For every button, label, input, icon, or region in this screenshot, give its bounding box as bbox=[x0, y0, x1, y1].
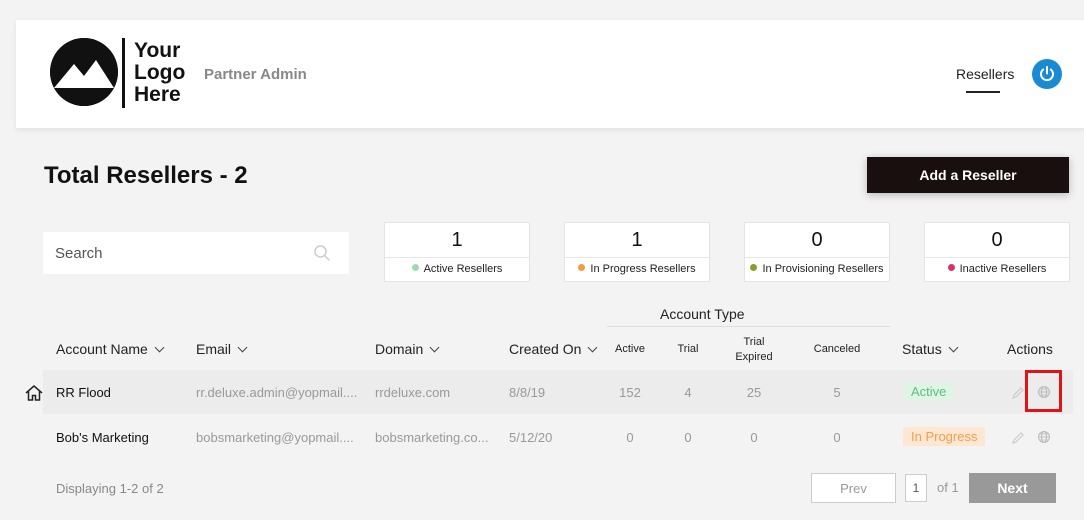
chevron-down-icon bbox=[237, 342, 248, 353]
stat-count: 0 bbox=[991, 229, 1003, 251]
stat-label: In Progress Resellers bbox=[565, 263, 709, 275]
row-domain: rrdeluxe.com bbox=[375, 385, 451, 400]
status-dot-icon bbox=[750, 264, 758, 271]
home-icon bbox=[25, 385, 43, 401]
page-title: Total Resellers - 2 bbox=[44, 162, 248, 189]
row-trial-expired-count: 25 bbox=[746, 385, 762, 400]
logo-divider bbox=[122, 38, 125, 108]
page-number-input[interactable]: 1 bbox=[905, 474, 927, 502]
stat-card-provisioning[interactable]: 0 In Provisioning Resellers bbox=[744, 222, 890, 282]
row-domain: bobsmarketing.co... bbox=[375, 430, 489, 445]
nav-active-underline bbox=[966, 91, 1000, 93]
search-icon[interactable] bbox=[313, 244, 331, 262]
col-header-account-name[interactable]: Account Name bbox=[56, 341, 165, 357]
stat-label: In Provisioning Resellers bbox=[745, 263, 889, 275]
account-type-divider bbox=[607, 326, 890, 327]
row-email: bobsmarketing@yopmail.... bbox=[196, 430, 354, 445]
logo-text: Your Logo Here bbox=[134, 39, 186, 106]
stat-count: 0 bbox=[811, 229, 823, 251]
add-reseller-button[interactable]: Add a Reseller bbox=[867, 157, 1069, 193]
col-header-trial: Trial bbox=[677, 343, 699, 355]
row-created-on: 5/12/20 bbox=[509, 430, 553, 445]
account-type-title: Account Type bbox=[660, 306, 745, 322]
row-trial-count: 0 bbox=[684, 430, 692, 445]
highlight-box bbox=[1025, 370, 1062, 412]
stat-label: Inactive Resellers bbox=[925, 263, 1069, 275]
col-header-trial-expired: Trial Expired bbox=[735, 336, 773, 363]
search-input[interactable] bbox=[55, 244, 305, 262]
globe-icon[interactable] bbox=[1037, 430, 1051, 444]
status-dot-icon bbox=[578, 264, 586, 271]
status-badge: In Progress bbox=[903, 427, 986, 446]
row-active-count: 0 bbox=[626, 430, 634, 445]
row-created-on: 8/8/19 bbox=[509, 385, 546, 400]
nav-resellers-link[interactable]: Resellers bbox=[956, 66, 1014, 82]
page-total: of 1 bbox=[937, 480, 959, 495]
displaying-count: Displaying 1-2 of 2 bbox=[56, 481, 164, 496]
row-canceled-count: 0 bbox=[833, 430, 841, 445]
col-header-active: Active bbox=[615, 343, 645, 355]
col-header-actions: Actions bbox=[1007, 341, 1053, 357]
status-dot-icon bbox=[411, 264, 419, 271]
col-header-domain[interactable]: Domain bbox=[375, 341, 440, 357]
stat-card-inactive[interactable]: 0 Inactive Resellers bbox=[924, 222, 1070, 282]
edit-pencil-icon[interactable] bbox=[1011, 431, 1025, 445]
chevron-down-icon bbox=[429, 342, 440, 353]
stat-count: 1 bbox=[631, 229, 643, 251]
edit-pencil-icon[interactable] bbox=[1011, 386, 1025, 400]
row-email: rr.deluxe.admin@yopmail.... bbox=[196, 385, 358, 400]
search-box bbox=[43, 232, 349, 274]
status-dot-icon bbox=[947, 264, 955, 271]
chevron-down-icon bbox=[154, 342, 165, 353]
power-icon bbox=[1040, 66, 1054, 82]
chevron-down-icon bbox=[948, 342, 959, 353]
stat-card-active[interactable]: 1 Active Resellers bbox=[384, 222, 530, 282]
row-active-count: 152 bbox=[619, 385, 641, 400]
row-account-name[interactable]: RR Flood bbox=[56, 385, 111, 400]
logo-mountain-icon bbox=[50, 38, 118, 106]
stat-count: 1 bbox=[451, 229, 463, 251]
col-header-canceled: Canceled bbox=[813, 343, 861, 355]
row-trial-count: 4 bbox=[684, 385, 692, 400]
col-header-email[interactable]: Email bbox=[196, 341, 248, 357]
row-trial-expired-count: 0 bbox=[750, 430, 758, 445]
next-button[interactable]: Next bbox=[969, 473, 1056, 503]
status-badge: Active bbox=[903, 382, 955, 401]
prev-button[interactable]: Prev bbox=[811, 473, 896, 503]
stat-card-in-progress[interactable]: 1 In Progress Resellers bbox=[564, 222, 710, 282]
col-header-status[interactable]: Status bbox=[902, 341, 959, 357]
power-button[interactable] bbox=[1032, 59, 1062, 89]
row-account-name[interactable]: Bob's Marketing bbox=[56, 430, 149, 445]
app-header: Your Logo Here Partner Admin Resellers bbox=[16, 20, 1084, 128]
row-canceled-count: 5 bbox=[833, 385, 841, 400]
chevron-down-icon bbox=[587, 342, 598, 353]
partner-admin-label: Partner Admin bbox=[204, 66, 307, 83]
col-header-created-on[interactable]: Created On bbox=[509, 341, 598, 357]
stat-label: Active Resellers bbox=[385, 263, 529, 275]
